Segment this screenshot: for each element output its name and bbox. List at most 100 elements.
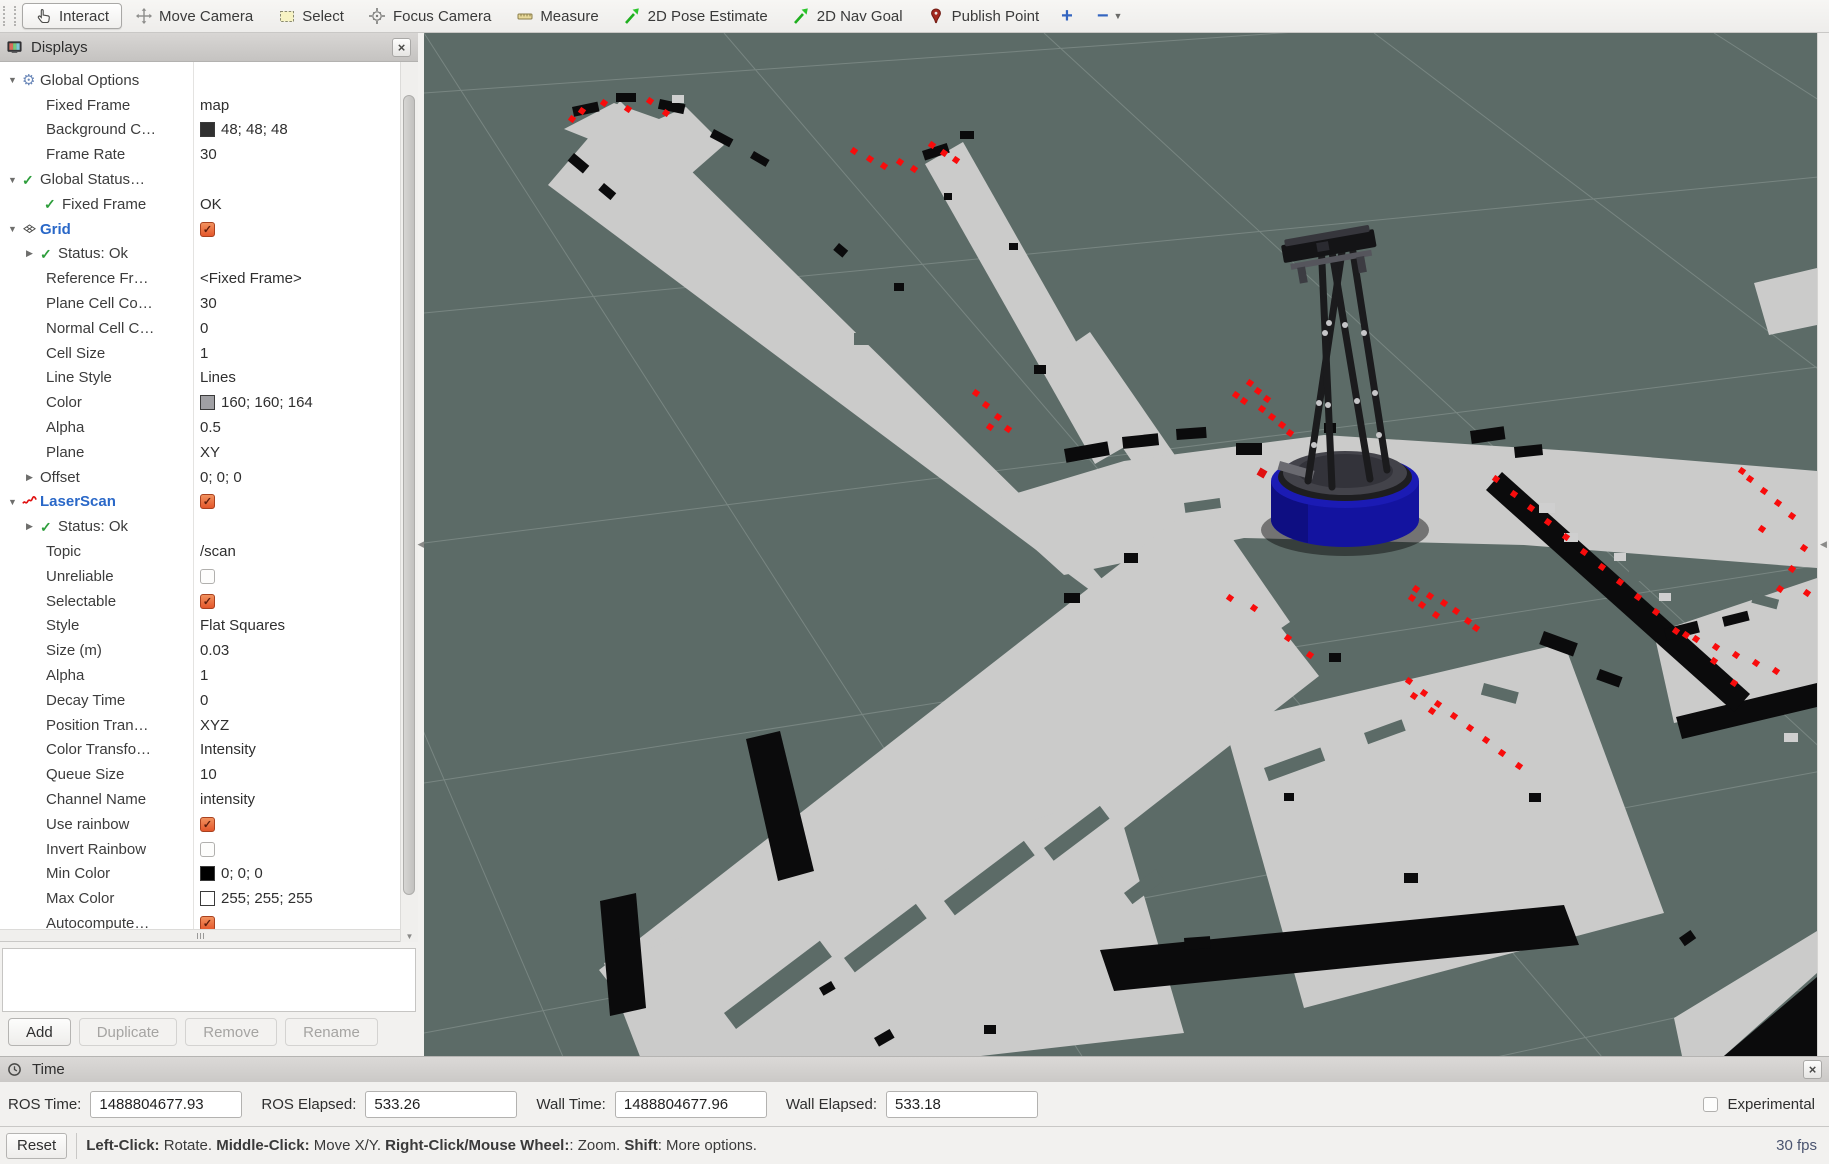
property-value[interactable]: 160; 160; 164 xyxy=(200,394,313,411)
tree-row-queue-size[interactable]: Queue Size10 xyxy=(0,762,400,787)
tree-row-selectable[interactable]: Selectable✓ xyxy=(0,589,400,614)
expand-arrow-icon[interactable]: ▶ xyxy=(26,248,40,259)
property-value[interactable]: intensity xyxy=(200,791,255,808)
checkbox-checked-icon[interactable]: ✓ xyxy=(200,222,215,237)
collapse-arrow-icon[interactable]: ▼ xyxy=(8,224,22,234)
checkbox-checked-icon[interactable]: ✓ xyxy=(200,594,215,609)
color-swatch[interactable] xyxy=(200,891,215,906)
tree-row-status-ok[interactable]: ▶✓Status: Ok xyxy=(0,514,400,539)
checkbox-unchecked-icon[interactable] xyxy=(1703,1097,1718,1112)
wall-elapsed-input[interactable]: 533.18 xyxy=(886,1091,1038,1118)
property-value[interactable]: ✓ xyxy=(200,222,215,237)
tree-row-alpha[interactable]: Alpha0.5 xyxy=(0,415,400,440)
property-value[interactable]: ✓ xyxy=(200,916,215,930)
wall-time-input[interactable]: 1488804677.96 xyxy=(615,1091,767,1118)
tree-row-frame-rate[interactable]: Frame Rate30 xyxy=(0,142,400,167)
column-divider[interactable] xyxy=(193,62,194,930)
ros-elapsed-input[interactable]: 533.26 xyxy=(365,1091,517,1118)
tree-row-autocompute[interactable]: Autocompute…✓ xyxy=(0,911,400,930)
tree-row-fixed-frame[interactable]: Fixed Framemap xyxy=(0,93,400,118)
property-value[interactable]: 30 xyxy=(200,146,217,163)
property-value[interactable]: 0; 0; 0 xyxy=(200,865,263,882)
expand-arrow-icon[interactable]: ▶ xyxy=(26,472,40,483)
property-value[interactable]: 1 xyxy=(200,345,208,362)
collapse-arrow-icon[interactable]: ▼ xyxy=(8,175,22,185)
tree-row-status-ok[interactable]: ▶✓Status: Ok xyxy=(0,242,400,267)
property-value[interactable]: XY xyxy=(200,444,220,461)
checkbox-unchecked-icon[interactable] xyxy=(200,569,215,584)
tree-row-plane[interactable]: PlaneXY xyxy=(0,440,400,465)
tree-row-reference-fr[interactable]: Reference Fr…<Fixed Frame> xyxy=(0,266,400,291)
tree-row-laserscan[interactable]: ▼LaserScan✓ xyxy=(0,490,400,515)
property-value[interactable]: 0; 0; 0 xyxy=(200,469,242,486)
toolbar-drag-handle[interactable] xyxy=(14,6,19,26)
remove-button[interactable]: Remove xyxy=(185,1018,277,1046)
tree-row-color[interactable]: Color160; 160; 164 xyxy=(0,390,400,415)
property-value[interactable]: ✓ xyxy=(200,817,215,832)
duplicate-button[interactable]: Duplicate xyxy=(79,1018,178,1046)
tree-row-grid[interactable]: ▼Grid✓ xyxy=(0,217,400,242)
property-value[interactable]: 0.03 xyxy=(200,642,229,659)
tool-2d-pose-estimate[interactable]: 2D Pose Estimate xyxy=(612,3,780,29)
tool-measure[interactable]: Measure xyxy=(504,3,610,29)
experimental-toggle[interactable]: Experimental xyxy=(1703,1096,1815,1113)
add-button[interactable]: Add xyxy=(8,1018,71,1046)
tree-row-line-style[interactable]: Line StyleLines xyxy=(0,366,400,391)
property-value[interactable]: Lines xyxy=(200,369,236,386)
tree-row-alpha[interactable]: Alpha1 xyxy=(0,663,400,688)
horizontal-scrollbar[interactable] xyxy=(0,929,400,941)
tree-row-channel-name[interactable]: Channel Nameintensity xyxy=(0,787,400,812)
property-value[interactable]: 0 xyxy=(200,692,208,709)
vertical-scrollbar[interactable]: ▼ xyxy=(400,62,418,942)
property-value[interactable]: XYZ xyxy=(200,717,229,734)
color-swatch[interactable] xyxy=(200,395,215,410)
property-value[interactable]: 48; 48; 48 xyxy=(200,121,288,138)
collapse-arrow-icon[interactable]: ▼ xyxy=(8,75,22,85)
expand-arrow-icon[interactable]: ▶ xyxy=(26,521,40,532)
property-value[interactable]: ✓ xyxy=(200,494,215,509)
property-value[interactable] xyxy=(200,569,215,584)
tree-row-normal-cell-c[interactable]: Normal Cell C…0 xyxy=(0,316,400,341)
tree-row-topic[interactable]: Topic/scan xyxy=(0,539,400,564)
tool-move-camera[interactable]: Move Camera xyxy=(123,3,265,29)
displays-panel-header[interactable]: Displays × xyxy=(0,33,418,62)
property-value[interactable]: 0 xyxy=(200,320,208,337)
tree-row-global-options[interactable]: ▼⚙Global Options xyxy=(0,68,400,93)
tool-select[interactable]: Select xyxy=(266,3,356,29)
toolbar-drag-handle[interactable] xyxy=(3,6,8,26)
right-panel-splitter[interactable]: ◀ xyxy=(1817,33,1829,1056)
collapse-arrow-icon[interactable]: ▼ xyxy=(8,497,22,507)
tree-row-color-transfo[interactable]: Color Transfo…Intensity xyxy=(0,738,400,763)
scroll-down-icon[interactable]: ▼ xyxy=(401,932,418,941)
tool-interact[interactable]: Interact xyxy=(22,3,122,29)
checkbox-unchecked-icon[interactable] xyxy=(200,842,215,857)
tool-2d-nav-goal[interactable]: 2D Nav Goal xyxy=(781,3,915,29)
property-value[interactable]: Intensity xyxy=(200,741,256,758)
tool-focus-camera[interactable]: Focus Camera xyxy=(357,3,503,29)
3d-viewport[interactable] xyxy=(424,33,1817,1056)
property-value[interactable] xyxy=(200,842,215,857)
tree-row-background-c[interactable]: Background C…48; 48; 48 xyxy=(0,118,400,143)
tree-row-plane-cell-co[interactable]: Plane Cell Co…30 xyxy=(0,291,400,316)
color-swatch[interactable] xyxy=(200,866,215,881)
checkbox-checked-icon[interactable]: ✓ xyxy=(200,494,215,509)
tree-row-max-color[interactable]: Max Color255; 255; 255 xyxy=(0,886,400,911)
checkbox-checked-icon[interactable]: ✓ xyxy=(200,817,215,832)
property-value[interactable]: /scan xyxy=(200,543,236,560)
color-swatch[interactable] xyxy=(200,122,215,137)
tree-row-cell-size[interactable]: Cell Size1 xyxy=(0,341,400,366)
tree-row-global-status[interactable]: ▼✓Global Status… xyxy=(0,167,400,192)
scrollbar-thumb[interactable] xyxy=(403,95,415,895)
tree-row-fixed-frame[interactable]: ✓Fixed FrameOK xyxy=(0,192,400,217)
rename-button[interactable]: Rename xyxy=(285,1018,378,1046)
tree-row-min-color[interactable]: Min Color0; 0; 0 xyxy=(0,862,400,887)
property-value[interactable]: 30 xyxy=(200,295,217,312)
property-value[interactable]: <Fixed Frame> xyxy=(200,270,302,287)
tree-row-use-rainbow[interactable]: Use rainbow✓ xyxy=(0,812,400,837)
property-value[interactable]: OK xyxy=(200,196,222,213)
property-value[interactable]: 10 xyxy=(200,766,217,783)
collapse-right-icon[interactable]: ◀ xyxy=(1820,539,1827,550)
add-tool-button[interactable]: + xyxy=(1051,3,1083,29)
tree-row-unreliable[interactable]: Unreliable xyxy=(0,564,400,589)
tree-row-position-tran[interactable]: Position Tran…XYZ xyxy=(0,713,400,738)
